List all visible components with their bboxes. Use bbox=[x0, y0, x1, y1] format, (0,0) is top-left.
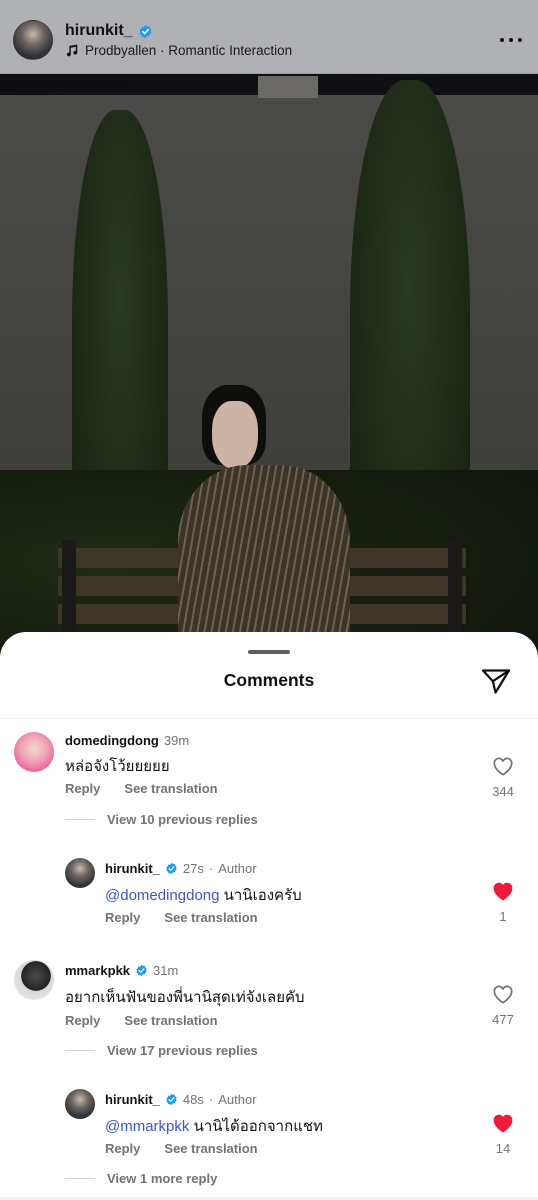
comment-time: 48s bbox=[182, 1092, 204, 1107]
sheet-title: Comments bbox=[223, 670, 315, 690]
music-note-icon bbox=[66, 43, 78, 56]
like-button[interactable]: 14 bbox=[488, 1113, 518, 1156]
comment-actions: Reply See translation bbox=[105, 910, 258, 925]
more-options-button[interactable] bbox=[500, 30, 522, 50]
like-count: 1 bbox=[499, 909, 507, 924]
comment-body: นานิได้ออกจากแชท bbox=[193, 1118, 323, 1135]
comment-body: นานิเองครับ bbox=[223, 887, 302, 904]
comment-text: @domedingdong นานิเองครับ bbox=[105, 883, 302, 907]
comment-text: หล่อจังโว้ยยยยย bbox=[65, 758, 170, 775]
post-author[interactable]: hirunkit_ bbox=[65, 22, 153, 40]
like-button[interactable]: 344 bbox=[488, 756, 518, 799]
comment-text: @mmarkpkk นานิได้ออกจากแชท bbox=[105, 1114, 323, 1138]
avatar[interactable] bbox=[65, 858, 95, 888]
comment-header: domedingdong 39m bbox=[65, 733, 189, 748]
heart-icon bbox=[493, 1114, 513, 1133]
comment-username[interactable]: hirunkit_ bbox=[105, 1092, 160, 1107]
person bbox=[178, 385, 350, 655]
reply-button[interactable]: Reply bbox=[65, 781, 100, 796]
see-translation-button[interactable]: See translation bbox=[124, 1013, 217, 1028]
view-replies-button[interactable]: View 17 previous replies bbox=[65, 1043, 258, 1058]
view-replies-button[interactable]: View 10 previous replies bbox=[65, 812, 258, 827]
heart-icon bbox=[493, 882, 513, 901]
author-badge: Author bbox=[218, 861, 257, 876]
post-username[interactable]: hirunkit_ bbox=[65, 22, 133, 40]
view-replies-label: View 10 previous replies bbox=[107, 812, 258, 827]
comment-username[interactable]: domedingdong bbox=[65, 733, 159, 748]
like-button[interactable]: 477 bbox=[488, 984, 518, 1027]
reply-line bbox=[65, 1178, 95, 1179]
paper-plane-icon[interactable] bbox=[480, 666, 512, 696]
like-count: 14 bbox=[495, 1141, 511, 1156]
verified-badge-icon bbox=[139, 24, 151, 38]
see-translation-button[interactable]: See translation bbox=[124, 781, 217, 796]
reply-line bbox=[65, 819, 95, 820]
like-count: 477 bbox=[492, 1012, 514, 1027]
comment-header: hirunkit_ 27s · Author bbox=[105, 861, 257, 876]
post-header: hirunkit_ Prodbyallen · Romantic Interac… bbox=[0, 0, 538, 74]
reply-button[interactable]: Reply bbox=[65, 1013, 100, 1028]
view-replies-button[interactable]: View 1 more reply bbox=[65, 1171, 217, 1186]
view-replies-label: View 17 previous replies bbox=[107, 1043, 258, 1058]
comment-time: 31m bbox=[153, 963, 179, 978]
verified-badge-icon bbox=[166, 1093, 177, 1106]
avatar[interactable] bbox=[14, 960, 54, 1000]
comment-actions: Reply See translation bbox=[65, 1013, 218, 1028]
mention-link[interactable]: @domedingdong bbox=[105, 887, 219, 904]
comment-actions: Reply See translation bbox=[105, 1141, 258, 1156]
comment-username[interactable]: hirunkit_ bbox=[105, 861, 160, 876]
verified-badge-icon bbox=[136, 964, 147, 977]
heart-icon bbox=[493, 757, 513, 776]
music-label: Prodbyallen · Romantic Interaction bbox=[85, 43, 293, 58]
avatar[interactable] bbox=[14, 732, 54, 772]
comment-time: 27s bbox=[182, 861, 204, 876]
comment-time: 39m bbox=[163, 733, 190, 748]
avatar[interactable] bbox=[65, 1089, 95, 1119]
reply-button[interactable]: Reply bbox=[105, 1141, 140, 1156]
more-horizontal-icon bbox=[500, 38, 504, 42]
divider bbox=[0, 718, 538, 719]
comment-actions: Reply See translation bbox=[65, 781, 218, 796]
music-info[interactable]: Prodbyallen · Romantic Interaction bbox=[65, 43, 292, 58]
reply-line bbox=[65, 1050, 95, 1051]
see-translation-button[interactable]: See translation bbox=[164, 1141, 257, 1156]
drag-handle[interactable] bbox=[248, 650, 290, 654]
wall-lamp bbox=[258, 76, 318, 98]
like-button[interactable]: 1 bbox=[488, 881, 518, 924]
comment-header: hirunkit_ 48s · Author bbox=[105, 1092, 257, 1107]
reply-button[interactable]: Reply bbox=[105, 910, 140, 925]
see-translation-button[interactable]: See translation bbox=[164, 910, 257, 925]
author-badge: Author bbox=[218, 1092, 257, 1107]
like-count: 344 bbox=[492, 784, 514, 799]
comment-text: อยากเห็นฟันของพี่นานิสุดเท่จังเลยคับ bbox=[65, 989, 305, 1006]
post-photo[interactable] bbox=[0, 0, 538, 700]
comment-username[interactable]: mmarkpkk bbox=[65, 963, 130, 978]
avatar[interactable] bbox=[13, 20, 53, 60]
heart-icon bbox=[493, 985, 513, 1004]
verified-badge-icon bbox=[166, 862, 177, 875]
view-replies-label: View 1 more reply bbox=[107, 1171, 218, 1186]
mention-link[interactable]: @mmarkpkk bbox=[105, 1118, 189, 1135]
comment-header: mmarkpkk 31m bbox=[65, 963, 178, 978]
